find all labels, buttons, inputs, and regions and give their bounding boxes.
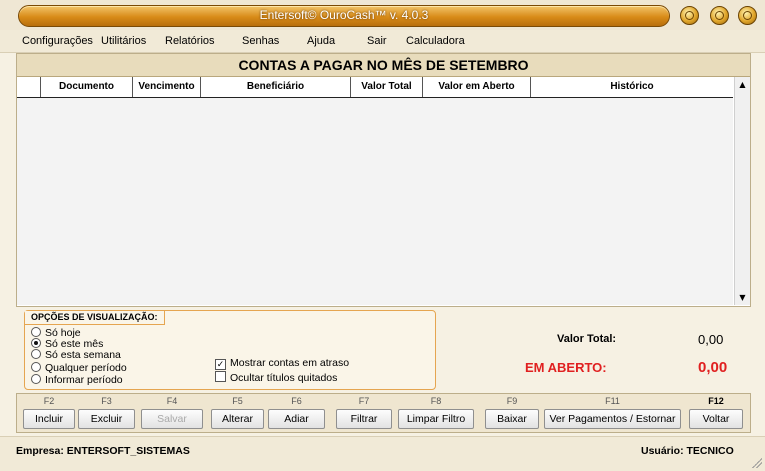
menu-senhas[interactable]: Senhas	[242, 35, 279, 47]
menu-relatorios[interactable]: Relatórios	[165, 35, 215, 47]
radio-so-esta-semana[interactable]: Só esta semana	[31, 349, 121, 361]
radio-informar-periodo[interactable]: Informar período	[31, 374, 123, 386]
checkbox-label: Mostrar contas em atraso	[230, 357, 350, 369]
adiar-button[interactable]: Adiar	[268, 409, 325, 429]
status-bar: Empresa: ENTERSOFT_SISTEMAS Usuário: TEC…	[0, 436, 765, 471]
column-header-beneficiario[interactable]: Beneficiário	[201, 77, 351, 97]
total-label: Valor Total:	[557, 333, 617, 345]
alterar-button[interactable]: Alterar	[211, 409, 264, 429]
voltar-button[interactable]: Voltar	[689, 409, 743, 429]
view-options-title: OPÇÕES DE VISUALIZAÇÃO:	[25, 311, 165, 325]
radio-icon[interactable]	[31, 374, 41, 384]
vertical-scrollbar[interactable]: ▲ ▼	[734, 77, 750, 305]
accounts-grid[interactable]	[17, 98, 733, 305]
radio-qualquer-periodo[interactable]: Qualquer período	[31, 362, 127, 374]
checkbox-icon[interactable]	[215, 371, 226, 382]
checkbox-checked-icon[interactable]: ✓	[215, 359, 226, 370]
function-key-bar: F2 Incluir F3 Excluir F4 Salvar F5 Alter…	[16, 393, 751, 433]
radio-icon[interactable]	[31, 327, 41, 337]
fkey-label: F12	[708, 396, 724, 406]
checkbox-mostrar-atraso[interactable]: ✓ Mostrar contas em atraso	[215, 357, 349, 370]
incluir-button[interactable]: Incluir	[23, 409, 75, 429]
window-title: Entersoft© OuroCash™ v. 4.0.3	[259, 8, 429, 22]
fkey-label: F3	[101, 396, 112, 406]
radio-icon[interactable]	[31, 362, 41, 372]
menu-bar: Configurações Utilitários Relatórios Sen…	[0, 30, 765, 53]
title-bar[interactable]: Entersoft© OuroCash™ v. 4.0.3	[0, 0, 765, 30]
fkey-label: F4	[166, 396, 178, 406]
row-selector-header	[17, 77, 41, 97]
maximize-icon[interactable]	[710, 6, 729, 25]
view-options-group: OPÇÕES DE VISUALIZAÇÃO: Só hoje Só este …	[24, 310, 436, 390]
column-header-documento[interactable]: Documento	[41, 77, 133, 97]
scroll-up-icon[interactable]: ▲	[735, 77, 750, 92]
fkey-label: F7	[358, 396, 370, 406]
accounts-panel: CONTAS A PAGAR NO MÊS DE SETEMBRO Docume…	[16, 53, 751, 307]
column-header-valor-total[interactable]: Valor Total	[351, 77, 423, 97]
baixar-button[interactable]: Baixar	[485, 409, 539, 429]
excluir-button[interactable]: Excluir	[78, 409, 135, 429]
status-user: Usuário: TECNICO	[641, 445, 734, 457]
radio-label: Qualquer período	[45, 362, 127, 374]
title-pill: Entersoft© OuroCash™ v. 4.0.3	[18, 5, 670, 27]
menu-configuracoes[interactable]: Configurações	[22, 35, 93, 47]
radio-label: Informar período	[45, 374, 123, 386]
minimize-icon[interactable]	[680, 6, 699, 25]
open-label: EM ABERTO:	[525, 360, 607, 375]
resize-grip-icon[interactable]	[752, 458, 762, 468]
close-icon[interactable]	[738, 6, 757, 25]
app-window: Entersoft© OuroCash™ v. 4.0.3 Configuraç…	[0, 0, 765, 471]
page-title: CONTAS A PAGAR NO MÊS DE SETEMBRO	[17, 54, 750, 77]
radio-label: Só esta semana	[45, 349, 121, 361]
column-header-valor-em-aberto[interactable]: Valor em Aberto	[423, 77, 531, 97]
status-company: Empresa: ENTERSOFT_SISTEMAS	[16, 445, 190, 457]
radio-selected-icon[interactable]	[31, 338, 41, 348]
checkbox-ocultar-quitados[interactable]: Ocultar títulos quitados	[215, 371, 337, 384]
fkey-label: F6	[291, 396, 302, 406]
fkey-label: F9	[506, 396, 518, 406]
ver-pagamentos-button[interactable]: Ver Pagamentos / Estornar	[544, 409, 681, 429]
open-value: 0,00	[698, 359, 728, 376]
limpar-filtro-button[interactable]: Limpar Filtro	[398, 409, 474, 429]
salvar-button[interactable]: Salvar	[141, 409, 203, 429]
menu-ajuda[interactable]: Ajuda	[307, 35, 335, 47]
fkey-label: F2	[43, 396, 55, 406]
table-header: Documento Vencimento Beneficiário Valor …	[17, 77, 733, 98]
menu-sair[interactable]: Sair	[367, 35, 387, 47]
menu-utilitarios[interactable]: Utilitários	[101, 35, 146, 47]
total-value: 0,00	[698, 332, 724, 347]
checkbox-label: Ocultar títulos quitados	[230, 372, 338, 384]
column-header-vencimento[interactable]: Vencimento	[133, 77, 201, 97]
menu-calculadora[interactable]: Calculadora	[406, 35, 465, 47]
radio-icon[interactable]	[31, 349, 41, 359]
scroll-down-icon[interactable]: ▼	[735, 290, 750, 305]
fkey-label: F11	[605, 396, 620, 406]
column-header-historico[interactable]: Histórico	[531, 77, 733, 97]
fkey-label: F5	[232, 396, 243, 406]
filtrar-button[interactable]: Filtrar	[336, 409, 392, 429]
fkey-label: F8	[430, 396, 442, 406]
